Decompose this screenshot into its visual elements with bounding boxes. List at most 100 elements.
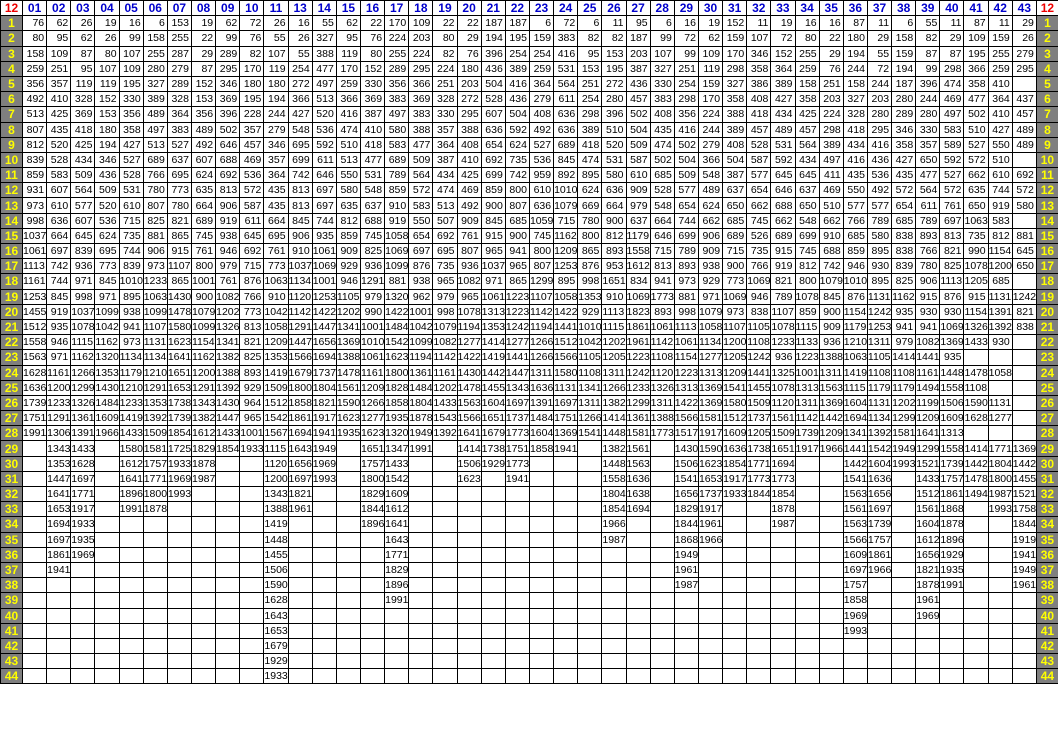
grid-cell: 1320: [384, 425, 410, 442]
grid-cell: 436: [480, 60, 506, 77]
grid-cell: 170: [722, 45, 748, 62]
grid-cell: 1441: [915, 349, 941, 366]
grid-cell: 1037: [287, 258, 313, 275]
grid-cell: [215, 546, 241, 563]
grid-cell: 1142: [794, 410, 820, 427]
grid-cell: 1131: [866, 288, 893, 305]
grid-cell: 1612: [915, 531, 941, 548]
row-label-right: 26: [1035, 394, 1058, 412]
grid-cell: [287, 531, 313, 548]
grid-cell: 244: [842, 60, 868, 77]
grid-cell: 909: [818, 318, 844, 336]
grid-cell: 364: [987, 91, 1013, 108]
row-label-left: 40: [0, 607, 23, 624]
grid-cell: [432, 607, 458, 624]
grid-cell: 1949: [408, 425, 434, 442]
grid-cell: 1697: [842, 561, 868, 579]
grid-cell: 295: [866, 121, 893, 138]
grid-cell: 1161: [915, 364, 941, 381]
grid-cell: 1311: [528, 364, 555, 381]
grid-cell: 434: [70, 151, 96, 169]
grid-cell: 1638: [625, 485, 651, 503]
grid-cell: [70, 622, 96, 639]
grid-cell: 766: [842, 212, 868, 229]
grid-cell: 1987: [673, 577, 699, 594]
grid-cell: 1291: [190, 379, 217, 396]
grid-cell: [649, 653, 675, 670]
grid-cell: 611: [915, 197, 941, 214]
grid-cell: [480, 516, 506, 533]
grid-cell: 510: [987, 151, 1013, 169]
grid-cell: 531: [770, 136, 796, 153]
grid-cell: [649, 561, 675, 579]
column-header: 39: [915, 0, 941, 17]
grid-cell: 1506: [263, 561, 289, 579]
row-label-left: 22: [0, 334, 23, 351]
grid-cell: 1313: [939, 425, 965, 442]
grid-cell: 998: [21, 212, 48, 229]
grid-cell: 689: [553, 136, 579, 153]
grid-cell: [311, 653, 337, 670]
grid-cell: 254: [504, 45, 530, 62]
grid-cell: 474: [432, 182, 458, 199]
grid-cell: 645: [70, 227, 96, 245]
grid-cell: 356: [190, 106, 217, 123]
grid-cell: 689: [770, 227, 796, 245]
table-row: 11 859 583 509 436 528 766 695 624 692 536 364 742 64…: [0, 167, 1058, 184]
grid-cell: [891, 592, 917, 609]
grid-cell: [432, 561, 458, 579]
grid-cell: [1011, 349, 1037, 366]
grid-cell: 859: [335, 227, 361, 245]
grid-cell: 1010: [118, 273, 144, 290]
grid-cell: 187: [480, 15, 506, 32]
grid-cell: 1131: [866, 394, 893, 412]
grid-cell: 1561: [335, 379, 361, 396]
grid-cell: 893: [915, 227, 941, 245]
row-label-left: 2: [0, 30, 23, 47]
column-header: 20: [456, 0, 482, 17]
grid-cell: [94, 440, 120, 457]
grid-cell: 1233: [142, 273, 168, 290]
grid-cell: [697, 668, 724, 685]
row-label-right: 25: [1035, 379, 1058, 396]
grid-cell: 979: [432, 288, 458, 305]
grid-cell: 509: [625, 136, 651, 153]
grid-cell: 1042: [408, 318, 434, 336]
grid-cell: 346: [891, 121, 917, 138]
grid-cell: 1131: [987, 394, 1013, 412]
grid-cell: 1266: [359, 394, 386, 412]
grid-cell: 1656: [287, 455, 313, 472]
grid-cell: 1422: [311, 303, 337, 320]
grid-cell: 159: [697, 75, 724, 93]
grid-cell: 550: [842, 182, 868, 199]
grid-cell: 742: [504, 167, 530, 184]
grid-cell: [673, 622, 699, 639]
grid-cell: 1326: [215, 318, 241, 336]
column-header: 16: [359, 0, 386, 17]
grid-cell: 636: [46, 212, 72, 229]
grid-cell: [335, 637, 361, 655]
grid-cell: 789: [673, 242, 699, 260]
grid-cell: 259: [528, 60, 555, 77]
grid-cell: [625, 653, 651, 670]
grid-cell: 564: [408, 167, 434, 184]
row-label-left: 42: [0, 637, 23, 655]
grid-cell: 159: [528, 30, 555, 47]
grid-cell: 900: [480, 197, 506, 214]
grid-cell: [649, 440, 675, 457]
grid-cell: [553, 592, 579, 609]
grid-cell: 650: [963, 197, 989, 214]
grid-cell: 941: [504, 242, 530, 260]
grid-cell: 1108: [963, 379, 989, 396]
grid-cell: [746, 668, 772, 685]
grid-cell: 1162: [190, 349, 217, 366]
grid-cell: 1061: [311, 242, 337, 260]
grid-cell: 1277: [359, 410, 386, 427]
table-row: 15 1037 664 645 624 735 881 865 745 938 645 695 906 9…: [0, 227, 1058, 245]
grid-cell: 1566: [842, 531, 868, 548]
grid-cell: 662: [818, 212, 844, 229]
grid-cell: 1941: [504, 470, 530, 488]
column-header: 06: [142, 0, 168, 17]
grid-cell: 550: [987, 136, 1013, 153]
grid-cell: 1142: [432, 349, 458, 366]
